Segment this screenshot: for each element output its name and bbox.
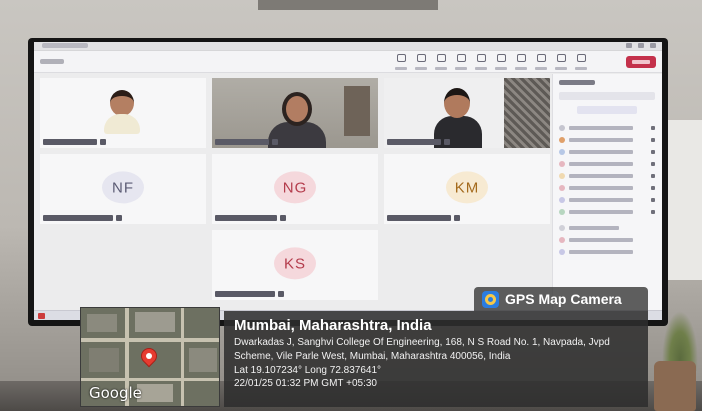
people-icon bbox=[416, 54, 426, 62]
participant-tile[interactable] bbox=[40, 78, 206, 148]
location-timestamp: 22/01/25 01:32 PM GMT +05:30 bbox=[234, 378, 377, 389]
apps-button[interactable] bbox=[494, 54, 508, 70]
participant-avatar: NF bbox=[102, 171, 144, 204]
monitor-screen: NF NG KM KS bbox=[34, 42, 662, 320]
panel-list-item[interactable] bbox=[559, 124, 655, 131]
share-invite-button[interactable] bbox=[577, 106, 637, 114]
participant-name-tag bbox=[215, 139, 278, 145]
maximize-icon[interactable] bbox=[638, 43, 644, 48]
participant-avatar: KM bbox=[446, 171, 488, 204]
more-icon bbox=[516, 54, 526, 62]
participant-tile[interactable]: KM bbox=[384, 154, 550, 224]
participant-tile[interactable]: NG bbox=[212, 154, 378, 224]
window-controls[interactable] bbox=[626, 43, 656, 48]
participant-video bbox=[384, 78, 550, 148]
gps-map-camera-logo-icon bbox=[482, 290, 499, 308]
participant-tile[interactable] bbox=[384, 78, 550, 148]
mic-button[interactable] bbox=[554, 54, 568, 70]
chat-button[interactable] bbox=[394, 54, 408, 70]
meeting-toolbar bbox=[34, 51, 662, 73]
grid-icon bbox=[476, 54, 486, 62]
location-title: Mumbai, Maharashtra, India bbox=[234, 317, 432, 334]
leave-button[interactable] bbox=[626, 56, 656, 68]
participant-video bbox=[212, 78, 378, 148]
participant-grid: NF NG KM KS bbox=[40, 78, 550, 302]
close-icon[interactable] bbox=[650, 43, 656, 48]
view-button[interactable] bbox=[474, 54, 488, 70]
participant-tile[interactable]: NF bbox=[40, 154, 206, 224]
raise-hand-button[interactable] bbox=[434, 54, 448, 70]
panel-list-item[interactable] bbox=[559, 172, 655, 179]
chat-icon bbox=[396, 54, 406, 62]
map-provider-logo: Google bbox=[89, 384, 142, 402]
participant-name-tag bbox=[215, 215, 286, 221]
plant-pot bbox=[654, 361, 696, 411]
share-button[interactable] bbox=[574, 54, 588, 70]
panel-list-item[interactable] bbox=[559, 236, 655, 243]
toolbar-controls bbox=[394, 54, 588, 70]
location-address: Dwarkadas J, Sanghvi College Of Engineer… bbox=[234, 337, 610, 362]
more-button[interactable] bbox=[514, 54, 528, 70]
map-pin-icon bbox=[137, 344, 161, 368]
panel-list-item[interactable] bbox=[559, 248, 655, 255]
location-info-card: Mumbai, Maharashtra, India Dwarkadas J, … bbox=[224, 311, 648, 407]
panel-list-item[interactable] bbox=[559, 148, 655, 155]
participant-tile[interactable]: KS bbox=[212, 230, 378, 300]
start-icon[interactable] bbox=[38, 313, 45, 319]
meeting-timer bbox=[40, 59, 64, 64]
smiley-icon bbox=[456, 54, 466, 62]
app-title bbox=[42, 43, 88, 48]
panel-list-item[interactable] bbox=[559, 160, 655, 167]
monitor: NF NG KM KS bbox=[28, 38, 668, 326]
panel-list-item[interactable] bbox=[559, 208, 655, 215]
participant-name-tag bbox=[43, 215, 122, 221]
participant-photo bbox=[102, 90, 142, 134]
apps-icon bbox=[496, 54, 506, 62]
window-title-bar bbox=[34, 42, 662, 51]
gps-map-camera-badge: GPS Map Camera bbox=[474, 287, 648, 311]
participant-name-tag bbox=[43, 139, 106, 145]
participant-name-tag bbox=[387, 139, 450, 145]
mic-icon bbox=[556, 54, 566, 62]
share-icon bbox=[576, 54, 586, 62]
map-thumbnail: Google bbox=[80, 307, 220, 407]
participant-avatar: KS bbox=[274, 247, 316, 280]
panel-title bbox=[559, 80, 595, 85]
panel-list-item[interactable] bbox=[559, 224, 655, 231]
participant-avatar: NG bbox=[274, 171, 316, 204]
react-button[interactable] bbox=[454, 54, 468, 70]
wall-picture-frame bbox=[258, 0, 438, 10]
participant-name-tag bbox=[215, 291, 284, 297]
participant-tile[interactable] bbox=[212, 78, 378, 148]
gps-badge-label: GPS Map Camera bbox=[505, 291, 622, 307]
location-coordinates: Lat 19.107234° Long 72.837641° bbox=[234, 365, 382, 376]
people-button[interactable] bbox=[414, 54, 428, 70]
camera-icon bbox=[536, 54, 546, 62]
camera-button[interactable] bbox=[534, 54, 548, 70]
panel-list-item[interactable] bbox=[559, 196, 655, 203]
hand-icon bbox=[436, 54, 446, 62]
minimize-icon[interactable] bbox=[626, 43, 632, 48]
panel-search-input[interactable] bbox=[559, 92, 655, 100]
panel-list-item[interactable] bbox=[559, 136, 655, 143]
participant-name-tag bbox=[387, 215, 460, 221]
participants-panel bbox=[552, 74, 662, 312]
panel-list-item[interactable] bbox=[559, 184, 655, 191]
